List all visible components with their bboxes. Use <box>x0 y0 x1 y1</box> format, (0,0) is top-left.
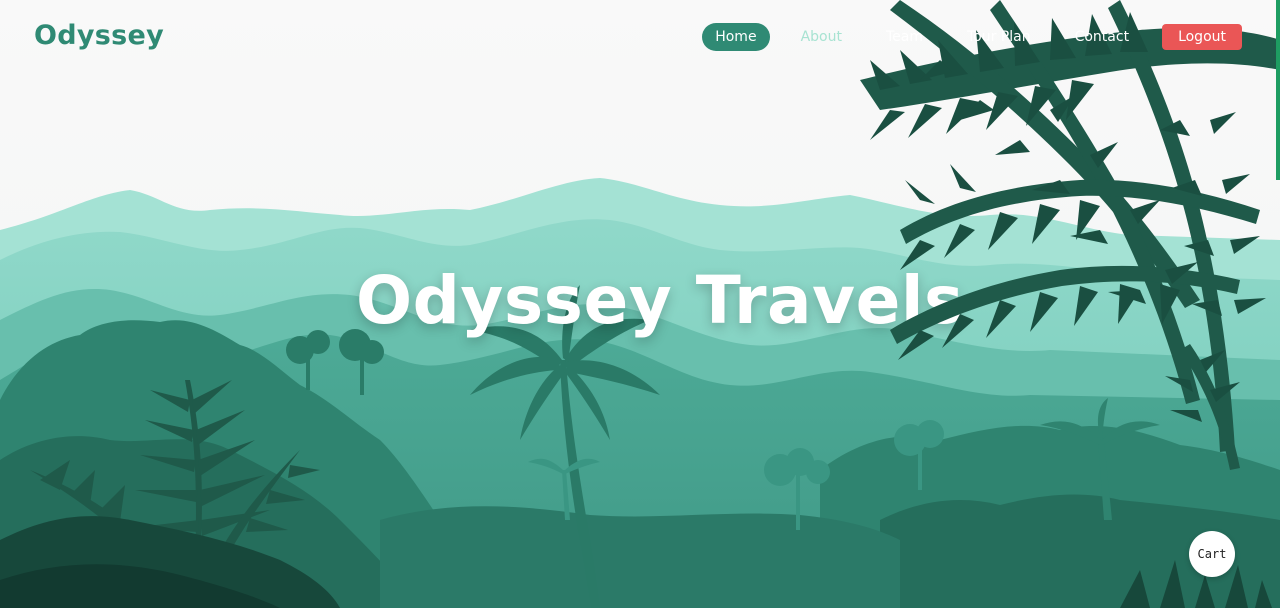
nav-links: Home About Team Tour Plan Contact Logout <box>702 23 1242 51</box>
hero-title: Odyssey Travels <box>356 262 964 339</box>
nav-item-about[interactable]: About <box>788 23 855 51</box>
logout-button[interactable]: Logout <box>1162 24 1242 50</box>
scroll-indicator[interactable] <box>1276 0 1280 180</box>
nav-item-tour-plan[interactable]: Tour Plan <box>954 23 1044 51</box>
cart-button[interactable]: Cart <box>1189 531 1235 577</box>
nav-item-contact[interactable]: Contact <box>1062 23 1142 51</box>
navbar: Odyssey Home About Team Tour Plan Contac… <box>0 0 1280 74</box>
nav-item-team[interactable]: Team <box>873 23 936 51</box>
brand-logo[interactable]: Odyssey <box>34 20 164 51</box>
nav-item-home[interactable]: Home <box>702 23 770 51</box>
